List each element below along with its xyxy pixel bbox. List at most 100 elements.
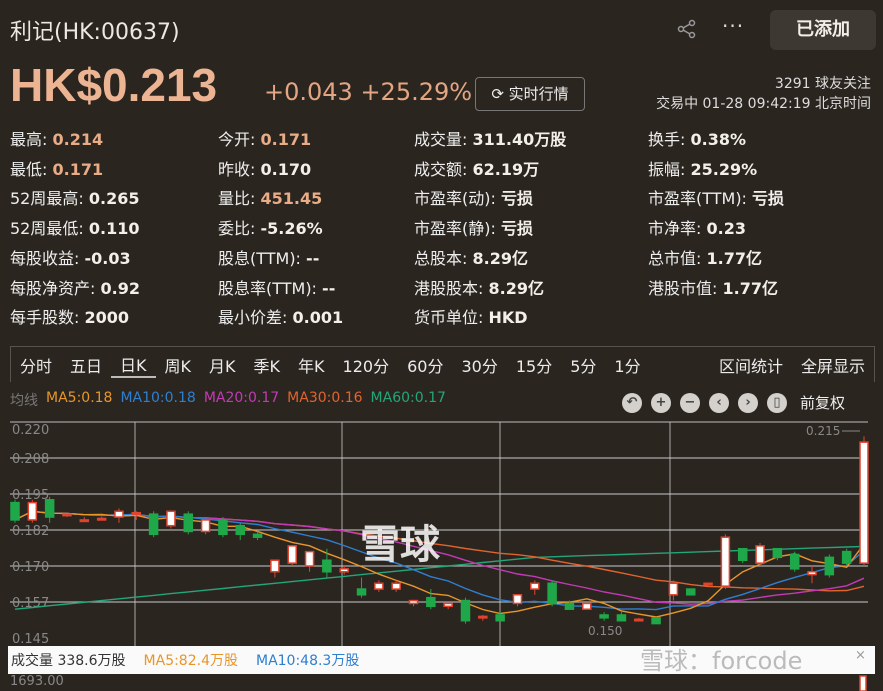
candle-body — [114, 510, 124, 518]
candle-body — [131, 511, 142, 515]
tab-5[interactable]: 季K — [245, 353, 290, 377]
realtime-label: 实时行情 — [508, 85, 569, 103]
tab-7[interactable]: 120分 — [334, 353, 399, 377]
candle-body — [651, 617, 661, 625]
stat-key: 市净率: — [648, 219, 702, 239]
candle-body — [218, 519, 228, 536]
candle-body — [374, 582, 384, 590]
stat-value: 62.19万 — [472, 159, 540, 179]
y-tick-label: 0.182 — [12, 524, 49, 539]
candle-body — [859, 441, 869, 564]
candle-body — [737, 547, 748, 561]
candle-body — [339, 568, 349, 573]
candle-body — [599, 614, 609, 619]
current-price: HK$0.213 — [10, 59, 218, 111]
tab-11[interactable]: 5分 — [561, 353, 605, 377]
tab-right-1[interactable]: 全屏显示 — [792, 353, 874, 377]
stats-grid: 最高: 0.214 今开: 0.171 成交量: 311.40万股 换手: 0.38%… — [10, 126, 880, 336]
candle-body — [235, 524, 245, 536]
share-icon[interactable] — [676, 18, 698, 40]
stat-value: 8.29亿 — [488, 278, 544, 298]
tab-3[interactable]: 周K — [156, 353, 201, 377]
y-tick-label: 0.208 — [12, 452, 49, 467]
stat-item: 最小价差: 0.001 — [218, 304, 343, 328]
stat-key: 昨收: — [218, 159, 256, 179]
stat-value: 1.77亿 — [706, 248, 762, 268]
stat-item: 市盈率(静): 亏损 — [414, 215, 533, 239]
candle-body — [166, 510, 176, 527]
stat-value: 0.110 — [88, 219, 140, 239]
candle-body — [252, 533, 263, 538]
realtime-quote-button[interactable]: ⟳ 实时行情 — [475, 77, 585, 111]
more-icon[interactable]: ··· — [722, 14, 744, 38]
stat-item: 总股本: 8.29亿 — [414, 245, 528, 269]
candle-body — [200, 519, 211, 533]
candle-body — [564, 602, 575, 610]
ma-legend-item: MA30:0.16 — [287, 390, 363, 406]
candle-body — [460, 599, 471, 622]
stat-item: 市盈率(TTM): 亏损 — [648, 185, 784, 209]
candle-body — [547, 582, 557, 605]
stat-value: 0.38% — [690, 130, 747, 149]
tab-8[interactable]: 60分 — [398, 353, 452, 377]
stat-item: 52周最高: 0.265 — [10, 185, 139, 209]
tab-4[interactable]: 月K — [200, 353, 245, 377]
ma-label: 均线 — [10, 393, 38, 409]
stat-key: 股息率(TTM): — [218, 278, 317, 298]
stat-value: 311.40万股 — [472, 130, 567, 149]
tabs-right: 区间统计 全屏显示 — [710, 353, 874, 377]
stat-value: 2000 — [84, 308, 130, 328]
candle-body — [391, 582, 401, 590]
follow-info: 3291 球友关注 交易中 01-28 09:42:19 北京时间 — [656, 74, 871, 114]
tab-0[interactable]: 分时 — [11, 353, 61, 377]
tab-10[interactable]: 15分 — [507, 353, 561, 377]
stat-key: 委比: — [218, 219, 256, 239]
stat-key: 今开: — [218, 130, 256, 149]
ma-legend-item: MA60:0.17 — [370, 390, 446, 406]
stat-key: 振幅: — [648, 159, 686, 179]
stat-item: 总市值: 1.77亿 — [648, 245, 762, 269]
candle-body — [530, 582, 540, 590]
candle-body — [322, 559, 332, 573]
candle-body — [703, 582, 713, 586]
tab-9[interactable]: 30分 — [452, 353, 506, 377]
watermark: 雪球：forcode — [640, 647, 803, 675]
candle-body — [304, 550, 315, 567]
stat-item: 货币单位: HKD — [414, 304, 528, 328]
close-icon[interactable]: × — [855, 648, 866, 663]
candle-body — [10, 501, 20, 521]
added-button[interactable]: 已添加 — [770, 10, 876, 50]
stat-key: 52周最低: — [10, 219, 84, 239]
y-tick-label: 0.220 — [12, 423, 49, 438]
stat-key: 最高: — [10, 130, 48, 149]
candle-body — [582, 602, 592, 610]
tab-12[interactable]: 1分 — [605, 353, 649, 377]
stat-key: 市盈率(TTM): — [648, 189, 747, 209]
candle-body — [62, 513, 72, 517]
candle-body — [755, 545, 765, 564]
tab-1[interactable]: 五日 — [61, 353, 111, 377]
candle-body — [27, 501, 38, 521]
stat-key: 52周最高: — [10, 189, 84, 209]
period-tabs: 分时 五日 日K 周K 月K 季K 年K 120分 60分 30分 15分 5分 1分 区间统计 全屏显示 — [10, 346, 875, 382]
stat-key: 每股净资产: — [10, 278, 96, 298]
stat-value: 0.23 — [706, 219, 746, 239]
tab-2[interactable]: 日K — [111, 352, 156, 378]
stat-key: 总股本: — [414, 248, 468, 268]
stat-value: 亏损 — [500, 219, 533, 239]
stat-key: 股息(TTM): — [218, 248, 301, 268]
candle-body — [408, 599, 419, 605]
candle-body — [789, 553, 800, 570]
stat-item: 最高: 0.214 — [10, 126, 103, 150]
stat-value: -- — [322, 278, 336, 298]
candle-body — [426, 596, 436, 608]
candle-body — [616, 614, 627, 622]
stat-item: 股息(TTM): -- — [218, 245, 319, 269]
stat-key: 港股股本: — [414, 278, 484, 298]
candle-body — [772, 547, 783, 559]
tab-right-0[interactable]: 区间统计 — [710, 353, 792, 377]
tab-6[interactable]: 年K — [289, 353, 334, 377]
ma-legend-item: MA5:0.18 — [46, 390, 113, 406]
stat-item: 每股收益: -0.03 — [10, 245, 131, 269]
stat-value: -0.03 — [84, 248, 131, 268]
